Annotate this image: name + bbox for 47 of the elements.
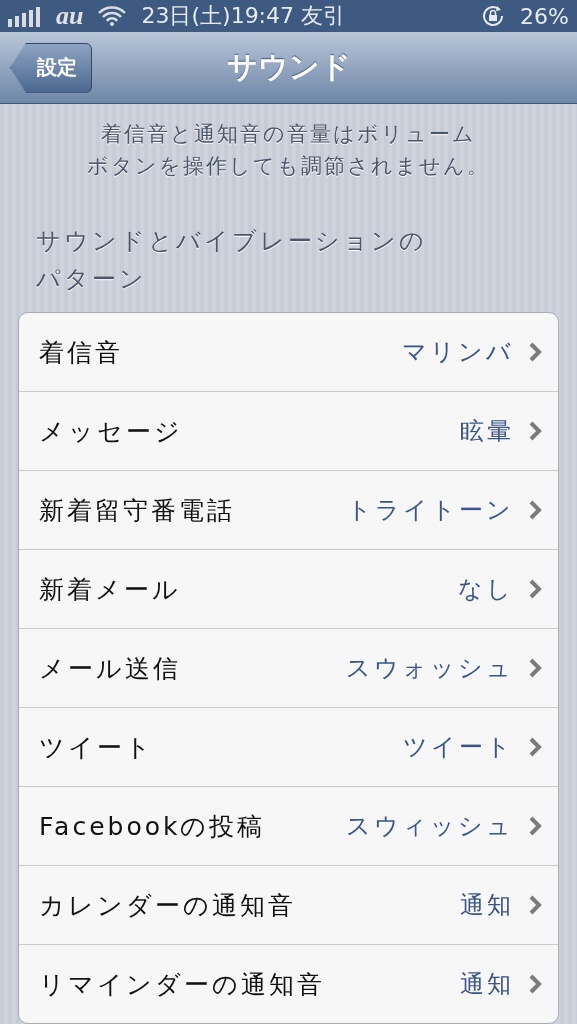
carrier-name: au (56, 1, 84, 32)
chevron-icon (528, 341, 542, 363)
settings-row[interactable]: メール送信 スウォッシュ (19, 628, 558, 707)
battery-percent: 26% (520, 3, 569, 29)
chevron-icon (528, 815, 542, 837)
settings-row[interactable]: Facebookの投稿 スウィッシュ (19, 786, 558, 865)
chevron-icon (528, 894, 542, 916)
signal-icon (8, 5, 42, 28)
row-label: 新着メール (39, 573, 182, 606)
wifi-icon (97, 5, 128, 28)
settings-row[interactable]: メッセージ 眩暈 (19, 391, 558, 470)
row-value: 眩暈 (460, 416, 514, 447)
row-value: 通知 (460, 969, 514, 1000)
settings-row[interactable]: 新着メール なし (19, 549, 558, 628)
row-label: 着信音 (39, 336, 124, 369)
row-label: メール送信 (39, 652, 182, 685)
settings-row[interactable]: リマインダーの通知音 通知 (19, 944, 558, 1023)
row-value: スウォッシュ (346, 653, 514, 684)
status-time: 23日(土)19:47 友引 (141, 2, 346, 31)
chevron-icon (528, 578, 542, 600)
chevron-icon (528, 499, 542, 521)
settings-row[interactable]: ツイート ツイート (19, 707, 558, 786)
section-title: パターン (36, 264, 147, 295)
chevron-icon (528, 657, 542, 679)
row-label: リマインダーの通知音 (39, 968, 326, 1001)
settings-row[interactable]: 着信音 マリンバ (19, 313, 558, 391)
row-value: スウィッシュ (346, 811, 514, 842)
back-button[interactable]: 設定 (10, 42, 92, 93)
row-label: ツイート (39, 731, 155, 764)
row-value: トライトーン (347, 495, 514, 526)
row-value: マリンバ (402, 337, 514, 368)
settings-row[interactable]: カレンダーの通知音 通知 (19, 865, 558, 944)
volume-note: ボタンを操作しても調節されません。 (87, 153, 490, 180)
settings-row[interactable]: 新着留守番電話 トライトーン (19, 470, 558, 549)
row-label: 新着留守番電話 (39, 494, 236, 527)
row-label: Facebookの投稿 (39, 810, 267, 843)
nav-title: サウンド (226, 48, 351, 87)
chevron-icon (528, 973, 542, 995)
volume-note: 着信音と通知音の音量はボリューム (101, 121, 476, 148)
section-title: サウンドとバイブレーションの (36, 226, 427, 257)
chevron-icon (528, 420, 542, 442)
row-value: ツイート (403, 732, 514, 763)
row-value: 通知 (460, 890, 514, 921)
chevron-icon (528, 736, 542, 758)
row-label: メッセージ (39, 415, 184, 448)
row-label: カレンダーの通知音 (39, 889, 297, 922)
row-value: なし (458, 574, 514, 605)
